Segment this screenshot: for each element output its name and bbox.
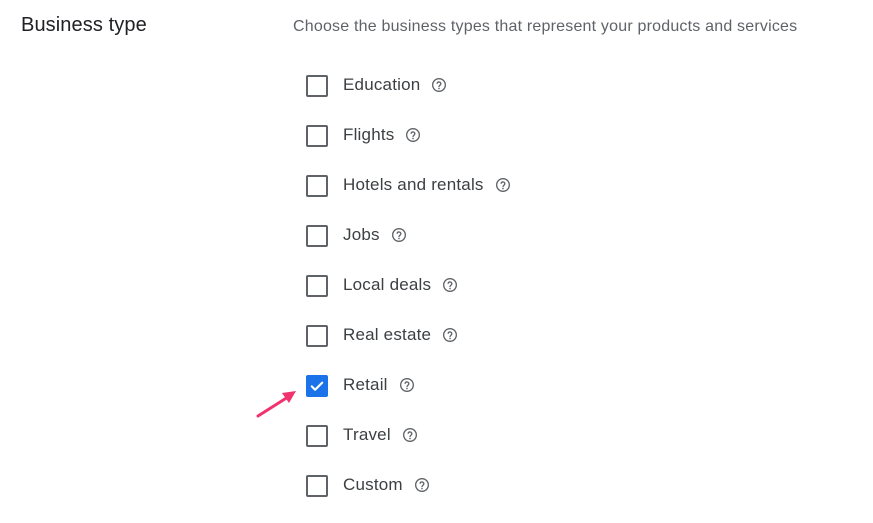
option-label: Hotels and rentals [343,175,484,194]
option-local-deals[interactable]: Local deals [306,273,511,323]
hotels-and-rentals-checkbox[interactable] [306,175,328,197]
flights-checkbox[interactable] [306,125,328,147]
option-label: Local deals [343,275,432,294]
check-icon [310,381,324,391]
help-circle-icon[interactable] [399,377,415,393]
help-circle-icon[interactable] [391,227,407,243]
option-label: Custom [343,475,403,494]
help-circle-icon[interactable] [402,427,418,443]
option-flights[interactable]: Flights [306,123,511,173]
option-custom[interactable]: Custom [306,473,511,523]
travel-checkbox[interactable] [306,425,328,447]
business-type-options: Education Flights Hotels and rentals Job… [306,73,511,523]
option-label: Jobs [343,225,380,244]
custom-checkbox[interactable] [306,475,328,497]
help-circle-icon[interactable] [414,477,430,493]
option-real-estate[interactable]: Real estate [306,323,511,373]
option-jobs[interactable]: Jobs [306,223,511,273]
option-travel[interactable]: Travel [306,423,511,473]
help-circle-icon[interactable] [495,177,511,193]
local-deals-checkbox[interactable] [306,275,328,297]
option-label: Retail [343,375,388,394]
option-education[interactable]: Education [306,73,511,123]
option-hotels-and-rentals[interactable]: Hotels and rentals [306,173,511,223]
option-label: Education [343,75,421,94]
help-circle-icon[interactable] [405,127,421,143]
option-label: Travel [343,425,391,444]
help-circle-icon[interactable] [442,327,458,343]
section-description: Choose the business types that represent… [293,18,798,35]
retail-checkbox[interactable] [306,375,328,397]
jobs-checkbox[interactable] [306,225,328,247]
option-label: Real estate [343,325,432,344]
option-label: Flights [343,125,395,144]
arrow-annotation-icon [256,391,296,418]
section-title: Business type [21,14,147,36]
help-circle-icon[interactable] [431,77,447,93]
help-circle-icon[interactable] [442,277,458,293]
real-estate-checkbox[interactable] [306,325,328,347]
education-checkbox[interactable] [306,75,328,97]
option-retail[interactable]: Retail [306,373,511,423]
